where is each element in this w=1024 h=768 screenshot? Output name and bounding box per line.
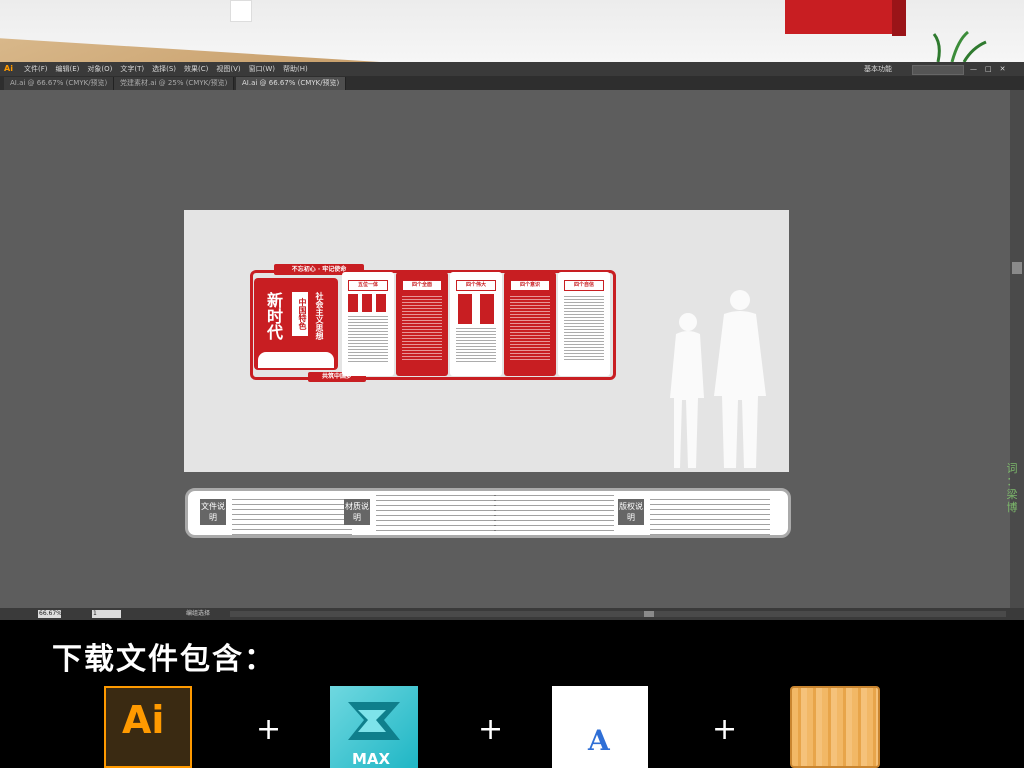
ai-file-icon: Ai (104, 686, 192, 768)
panel-1-title: 五位一体 (348, 280, 388, 291)
close-button[interactable]: ✕ (1000, 62, 1006, 76)
side-char-3: 梁 (1006, 488, 1018, 501)
menu-select[interactable]: 选择(S) (152, 62, 176, 76)
window-controls: — □ ✕ (970, 62, 1006, 76)
3dsmax-file-icon: MAX (330, 686, 418, 768)
ai-file-label: Ai (122, 698, 165, 742)
menu-effect[interactable]: 效果(C) (184, 62, 208, 76)
stand (230, 0, 252, 22)
side-char-1: 词 (1006, 462, 1018, 475)
panel-2-text (402, 296, 442, 360)
menu-edit[interactable]: 编辑(E) (56, 62, 80, 76)
tool-mode: 编组选择 (186, 610, 211, 617)
ai-logo: Ai (4, 64, 13, 73)
plant-icon (932, 30, 987, 62)
panel-1-badges (348, 294, 388, 312)
maximize-button[interactable]: □ (985, 62, 992, 76)
note-label-copyright: 版权说明 (618, 499, 644, 525)
panel-2[interactable]: 四个全面 (396, 272, 448, 376)
tab-document-2[interactable]: 党建素材.ai @ 25% (CMYK/预览) (114, 77, 235, 90)
horizontal-scrollbar[interactable] (230, 611, 1006, 617)
plus-2: + (478, 712, 504, 747)
tab-document-3[interactable]: AI.ai @ 66.67% (CMYK/预览) (236, 77, 347, 90)
title-big: 新时代 (264, 292, 283, 340)
note-text-copyright (650, 499, 770, 535)
3dsmax-label: MAX (352, 750, 391, 768)
panel-3-title: 四个伟大 (456, 280, 496, 291)
panel-4[interactable]: 四个意识 (504, 272, 556, 376)
side-text: 词 ： 梁 博 (1003, 462, 1021, 514)
side-char-4: 博 (1006, 501, 1018, 514)
tab-document-1[interactable]: AI.ai @ 66.67% (CMYK/预览) (4, 77, 115, 90)
title-wave (258, 352, 334, 368)
menu-window[interactable]: 窗口(W) (249, 62, 275, 76)
panel-2-title: 四个全面 (402, 280, 442, 291)
side-char-2: ： (1006, 475, 1018, 488)
panel-4-text (510, 296, 550, 360)
floor (0, 38, 380, 62)
red-wall-edge (785, 0, 905, 34)
panel-1-text (348, 316, 388, 364)
red-wall-edge-shadow (892, 0, 906, 36)
note-label-file: 文件说明 (200, 499, 226, 525)
page-field[interactable]: 1 (92, 610, 121, 618)
download-title: 下载文件包含： (52, 642, 276, 677)
document-tabs: AI.ai @ 66.67% (CMYK/预览) 党建素材.ai @ 25% (… (0, 76, 1024, 90)
panel-5-title: 四个自信 (564, 280, 604, 291)
panel-4-title: 四个意识 (510, 280, 550, 291)
panel-5-text (564, 296, 604, 360)
title-panel: 新时代 中国特色 社会主义思想 (254, 278, 338, 370)
vertical-scroll-thumb[interactable] (1012, 262, 1022, 274)
notes-panel: 文件说明 材质说明 版权说明 (185, 488, 791, 538)
status-bar: 66.67% 1 编组选择 (0, 608, 1024, 620)
note-text-file (232, 499, 352, 535)
menu-file[interactable]: 文件(F) (24, 62, 48, 76)
menu-type[interactable]: 文字(T) (120, 62, 144, 76)
minimize-button[interactable]: — (970, 62, 977, 76)
menu-object[interactable]: 对象(O) (87, 62, 112, 76)
people-silhouette-icon (670, 290, 766, 468)
title-side: 社会主义思想 (315, 292, 324, 340)
panel-3-text (456, 328, 496, 364)
panel-5[interactable]: 四个自信 (558, 272, 610, 376)
vertical-scrollbar[interactable] (1010, 90, 1024, 608)
3dsmax-logo-icon (348, 702, 400, 740)
note-text-material-1 (376, 495, 496, 531)
room-photo (0, 0, 1024, 62)
menu-bar: Ai 文件(F) 编辑(E) 对象(O) 文字(T) 选择(S) 效果(C) 视… (0, 62, 1024, 76)
zoom-field[interactable]: 66.67% (38, 610, 62, 618)
horizontal-scroll-thumb[interactable] (644, 611, 654, 617)
workspace-label: 基本功能 (864, 65, 892, 73)
wood-texture-icon (790, 686, 880, 768)
title-box: 中国特色 (292, 292, 308, 336)
plus-1: + (256, 712, 282, 747)
culture-wall-design[interactable]: 不忘初心 · 牢记使命 共筑中国梦 新时代 中国特色 社会主义思想 五位一体 四… (248, 264, 618, 382)
menu-view[interactable]: 视图(V) (216, 62, 240, 76)
panel-3[interactable]: 四个伟大 (450, 272, 502, 376)
note-text-material-2 (494, 495, 614, 531)
panel-3-badges (458, 294, 494, 324)
font-file-icon: A (552, 686, 648, 768)
menu-list: 文件(F) 编辑(E) 对象(O) 文字(T) 选择(S) 效果(C) 视图(V… (24, 62, 308, 76)
plus-3: + (712, 712, 738, 747)
note-label-material: 材质说明 (344, 499, 370, 525)
workspace-search-input[interactable] (912, 65, 964, 75)
font-file-label: A (588, 724, 610, 757)
panel-1[interactable]: 五位一体 (342, 272, 394, 376)
menu-help[interactable]: 帮助(H) (283, 62, 308, 76)
